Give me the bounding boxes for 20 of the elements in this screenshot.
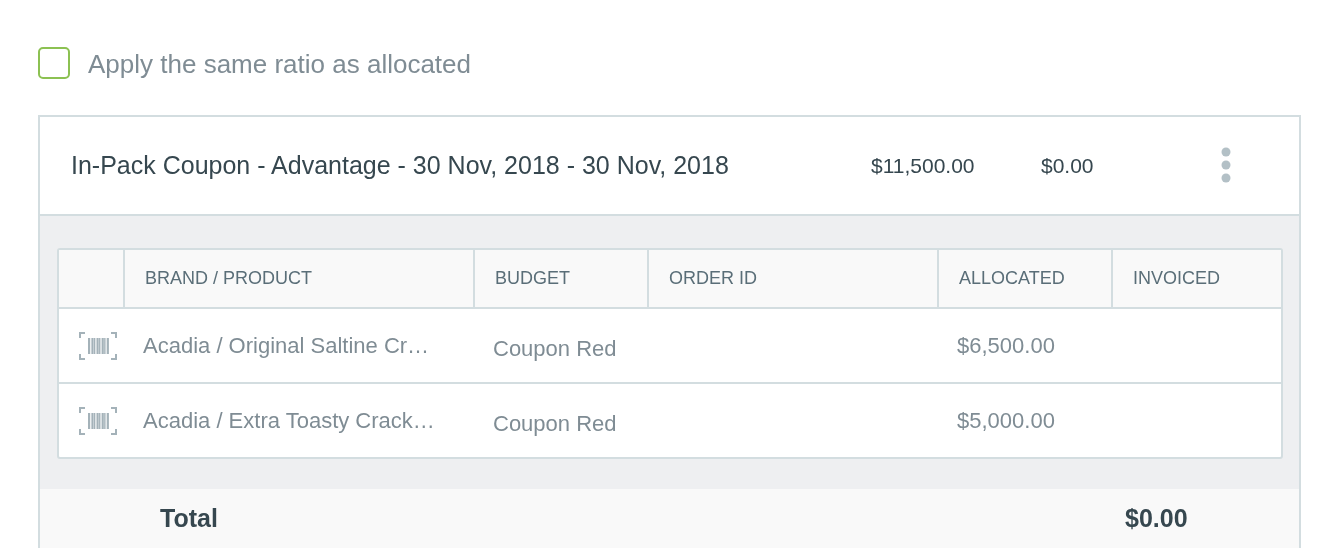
table-cell-text: Coupon Red: [492, 410, 618, 438]
column-header: BRAND / PRODUCT: [123, 250, 473, 307]
table-cell-text: Coupon Red: [492, 335, 618, 363]
column-header: BUDGET: [473, 250, 647, 307]
table-cell-text: Acadia / Extra Toasty Crack…: [142, 407, 436, 435]
amount: $11,500.00: [871, 152, 976, 179]
column-header: ORDER ID: [647, 250, 937, 307]
checkbox-label: Apply the same ratio as allocated: [88, 48, 471, 81]
total-value: $0.00: [1125, 502, 1188, 534]
column-header: INVOICED: [1111, 250, 1281, 307]
column-header: ALLOCATED: [937, 250, 1111, 307]
total-label: Total: [160, 502, 219, 534]
invoiced-amount: $0.00: [1041, 152, 1095, 179]
barcode-icon: [79, 405, 117, 436]
table-cell-text: Acadia / Original Saltine Cr…: [142, 332, 431, 360]
checkbox[interactable]: [38, 47, 70, 79]
barcode-icon: [79, 330, 117, 361]
table-cell-text: $5,000.00: [956, 407, 1056, 435]
line-title: In-Pack Coupon - Advantage - 30 Nov, 2018 - 30 Nov, 2018: [71, 149, 730, 181]
table-cell-text: $6,500.00: [956, 332, 1056, 360]
